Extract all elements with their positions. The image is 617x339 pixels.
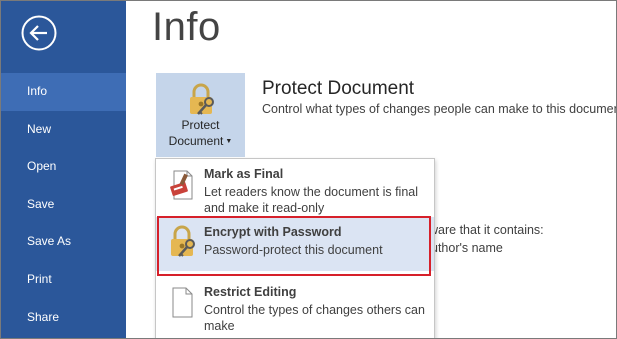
menu-item-desc: Password-protect this document — [204, 243, 383, 257]
sidebar-nav: Info New Open Save Save As Print Share — [1, 73, 126, 336]
sidebar-item-print[interactable]: Print — [1, 261, 126, 299]
protect-document-button[interactable]: Protect Document ▼ — [156, 73, 245, 157]
menu-item-title: Encrypt with Password — [204, 225, 342, 239]
sidebar-item-share[interactable]: Share — [1, 299, 126, 337]
inspect-text: ware that it contains: — [429, 223, 544, 237]
lock-key-icon — [190, 83, 214, 115]
protect-section-title: Protect Document — [262, 78, 415, 99]
protect-button-label-line2: Document ▼ — [168, 134, 233, 148]
page-title: Info — [152, 5, 221, 49]
back-arrow-icon[interactable] — [21, 15, 57, 51]
protect-section-desc: Control what types of changes people can… — [262, 102, 617, 116]
menu-item-restrict-editing[interactable]: Restrict Editing Control the types of ch… — [156, 277, 434, 338]
info-pane: Info Protect Document ▼ Protect Document … — [126, 1, 616, 338]
protect-document-menu: Mark as Final Let readers know the docum… — [155, 158, 435, 338]
menu-item-encrypt-with-password[interactable]: Encrypt with Password Password-protect t… — [156, 217, 434, 271]
sidebar-item-open[interactable]: Open — [1, 148, 126, 186]
sidebar-item-save-as[interactable]: Save As — [1, 223, 126, 261]
sidebar-item-save[interactable]: Save — [1, 186, 126, 224]
chevron-down-icon: ▼ — [225, 138, 233, 145]
protect-button-label-line1: Protect — [181, 118, 220, 132]
menu-item-title: Restrict Editing — [204, 285, 297, 299]
author-text: uthor's name — [431, 241, 503, 255]
sidebar-item-info[interactable]: Info — [1, 73, 126, 111]
menu-item-desc: Control the types of changes others can … — [204, 303, 425, 333]
menu-item-mark-as-final[interactable]: Mark as Final Let readers know the docum… — [156, 159, 434, 216]
menu-item-title: Mark as Final — [204, 167, 284, 181]
sidebar-item-new[interactable]: New — [1, 111, 126, 149]
backstage-sidebar: Info New Open Save Save As Print Share — [1, 1, 126, 338]
mark-final-icon — [170, 170, 193, 200]
lock-key-icon — [171, 225, 195, 257]
backstage-window: Info New Open Save Save As Print Share I… — [0, 0, 617, 339]
menu-item-desc: Let readers know the document is final a… — [204, 185, 419, 215]
document-icon — [172, 287, 193, 318]
